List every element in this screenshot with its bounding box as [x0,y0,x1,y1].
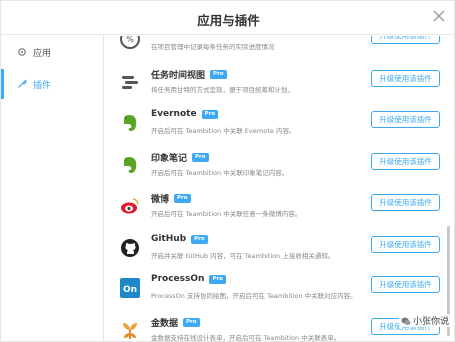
list-item: 印象笔记 Pro 开启后可在 Teambition 中关联印象笔记内容。 升级使… [105,146,445,184]
svg-text:%: % [126,36,134,44]
sidebar-item-label: 插件 [33,80,52,91]
list-item: 任务时间视图 Pro 将任务用甘特的方式呈现，便于项目统筹和计划。 升级使用该插… [105,63,445,101]
watermark: 小张你说 [398,314,451,327]
github-icon [119,237,141,259]
plugin-name: ProcessOn [151,274,205,284]
gear-icon [17,47,27,57]
sidebar-item-apps[interactable]: 应用 [1,37,103,67]
upgrade-button[interactable]: 升级使用该插件 [371,153,440,170]
plugin-desc: ProcessOn 支持协同绘图，开启后可在 Teambition 中关联对应内… [151,292,357,300]
upgrade-button[interactable]: 升级使用该插件 [371,236,440,253]
list-item: % 在项目管理中记录每条任务的实际进度情况 升级使用该插件 [105,36,445,58]
pro-badge: Pro [209,274,226,284]
upgrade-button[interactable]: 升级使用该插件 [371,276,440,293]
jinshuju-icon [119,319,141,341]
plugin-name: Evernote [151,109,197,119]
upgrade-button[interactable]: 升级使用该插件 [371,36,440,44]
pro-badge: Pro [201,109,219,119]
plugin-name: 任务时间视图 [151,71,206,81]
svg-text:On: On [123,285,137,295]
sidebar-item-label: 应用 [33,48,52,59]
sidebar-item-plugins[interactable]: 插件 [1,69,103,99]
watermark-text: 小张你说 [412,317,449,327]
wechat-icon [401,316,411,326]
plugin-list: % 在项目管理中记录每条任务的实际进度情况 升级使用该插件 任务时间视图 Pro… [105,36,454,341]
plugin-name: 印象笔记 [151,154,188,164]
upgrade-button[interactable]: 升级使用该插件 [371,111,440,128]
processon-icon: On [119,277,141,299]
pro-badge: Pro [192,153,209,162]
pro-badge: Pro [183,318,200,327]
plugin-desc: 金数据支持在线设计表单，开启后可在 Teambition 中关联表单。 [151,334,341,341]
list-item: 金数据 Pro 金数据支持在线设计表单，开启后可在 Teambition 中关联… [105,311,445,341]
plugin-desc: 在项目管理中记录每条任务的实际进度情况 [151,43,275,51]
plugin-desc: 开启后可在 Teambition 中关联印象笔记内容。 [151,169,289,177]
list-item: GitHub Pro 开启并关联 GitHub 内容，可在 Teambition… [105,229,445,267]
timeline-icon [119,71,141,93]
pro-badge: Pro [174,194,191,203]
upgrade-button[interactable]: 升级使用该插件 [371,70,440,87]
plugin-desc: 开启后可在 Teambition 中关联任意一条微博内容。 [151,210,302,218]
wrench-icon [17,79,27,89]
list-item: 微博 Pro 开启后可在 Teambition 中关联任意一条微博内容。 升级使… [105,187,445,225]
yinxiang-icon [119,154,141,176]
weibo-icon [119,195,141,217]
plugin-desc: 开启并关联 GitHub 内容，可在 Teambition 上接收相关通知。 [151,252,335,260]
list-item: Evernote Pro 开启后可在 Teambition 中关联 Everno… [105,104,445,142]
pro-badge: Pro [210,70,227,79]
plugin-desc: 将任务用甘特的方式呈现，便于项目统筹和计划。 [151,86,294,94]
list-item: On ProcessOn Pro ProcessOn 支持协同绘图，开启后可在 … [105,269,445,307]
plugin-name: 微博 [151,195,170,205]
close-icon[interactable] [432,9,446,23]
sidebar: 应用 插件 [1,35,104,341]
pro-badge: Pro [191,234,208,244]
plugin-desc: 开启后可在 Teambition 中关联 Evernote 内容。 [151,127,296,135]
dialog-header: 应用与插件 [1,1,455,35]
dialog-title: 应用与插件 [197,13,260,28]
upgrade-button[interactable]: 升级使用该插件 [371,194,440,211]
progress-icon: % [119,36,141,50]
apps-plugins-dialog: 应用与插件 应用 插件 % 在项目管理中记录每条任务的实际进度情况 升级使用该插… [0,0,455,342]
evernote-icon [119,112,141,134]
plugin-name: 金数据 [151,319,179,329]
plugin-name: GitHub [151,234,187,244]
